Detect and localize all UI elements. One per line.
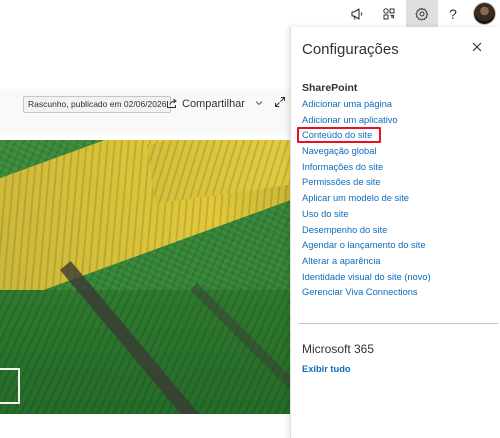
manage-viva-connections-link[interactable]: Gerenciar Viva Connections [302, 285, 431, 301]
draft-status-badge: Rascunho, publicado em 02/06/2026 [23, 96, 172, 113]
hero-image [0, 140, 290, 414]
page-area: Rascunho, publicado em 02/06/2026 Compar… [0, 27, 290, 438]
share-icon [166, 97, 178, 112]
megaphone-button[interactable] [341, 0, 373, 27]
add-app-link[interactable]: Adicionar um aplicativo [302, 113, 431, 129]
close-icon [472, 39, 482, 57]
close-button[interactable] [469, 40, 485, 56]
settings-button[interactable] [406, 0, 438, 27]
chevron-down-icon [255, 98, 263, 110]
megaphone-icon [350, 7, 364, 21]
microsoft365-section-heading: Microsoft 365 [302, 342, 375, 356]
site-contents-link[interactable]: Conteúdo do site [297, 127, 431, 144]
expand-button[interactable] [272, 96, 288, 112]
site-information-link[interactable]: Informações do site [302, 160, 431, 176]
help-button[interactable]: ? [437, 0, 469, 27]
section-divider [298, 323, 498, 324]
app-launcher-icon [382, 7, 396, 21]
site-branding-link[interactable]: Identidade visual do site (novo) [302, 270, 431, 286]
global-navigation-link[interactable]: Navegação global [302, 144, 431, 160]
show-all-link[interactable]: Exibir tudo [302, 364, 351, 374]
expand-icon [274, 95, 286, 113]
gear-icon [415, 7, 429, 21]
sharepoint-section-heading: SharePoint [302, 82, 358, 94]
schedule-site-launch-link[interactable]: Agendar o lançamento do site [302, 238, 431, 254]
settings-panel: Configurações SharePoint Adicionar uma p… [290, 27, 500, 438]
sharepoint-links-list: Adicionar uma página Adicionar um aplica… [297, 97, 431, 301]
add-page-link[interactable]: Adicionar uma página [302, 97, 431, 113]
share-button[interactable]: Compartilhar [166, 95, 263, 113]
site-permissions-link[interactable]: Permissões de site [302, 175, 431, 191]
site-usage-link[interactable]: Uso do site [302, 207, 431, 223]
share-label: Compartilhar [182, 98, 245, 110]
settings-panel-title: Configurações [302, 41, 399, 58]
change-look-link[interactable]: Alterar a aparência [302, 254, 431, 270]
top-bar: ? [0, 0, 500, 27]
app-launcher-button[interactable] [373, 0, 405, 27]
help-icon: ? [449, 5, 457, 22]
apply-site-template-link[interactable]: Aplicar um modelo de site [302, 191, 431, 207]
site-performance-link[interactable]: Desempenho do site [302, 223, 431, 239]
avatar[interactable] [473, 2, 496, 25]
